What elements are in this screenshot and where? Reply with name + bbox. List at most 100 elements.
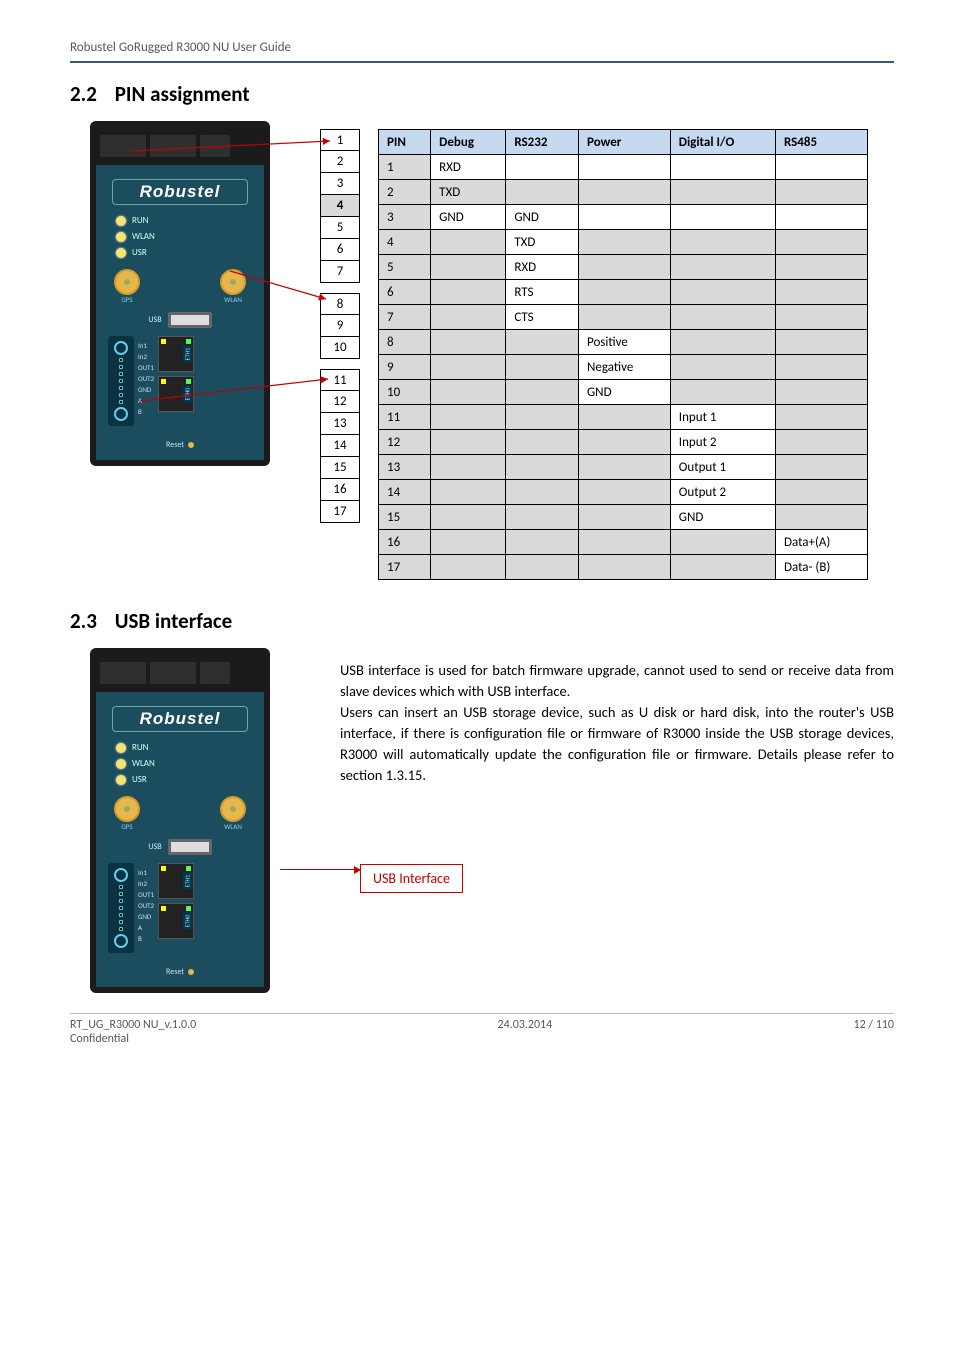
cell: [431, 280, 506, 305]
usb-port-icon-2: [168, 839, 212, 855]
table-header: RS232: [506, 130, 579, 155]
antenna-wlan-icon-2: [220, 796, 246, 822]
reset-button-icon-2: [188, 969, 194, 975]
table-row: 13Output 1: [379, 455, 868, 480]
cell: [578, 280, 670, 305]
cell: GND: [670, 505, 775, 530]
cell: [670, 230, 775, 255]
cell: Data- (B): [775, 555, 867, 580]
pin-number-cell: 7: [320, 261, 360, 283]
cell-pin: 8: [379, 330, 431, 355]
cell: [578, 205, 670, 230]
cell: [431, 480, 506, 505]
table-header: Digital I/O: [670, 130, 775, 155]
table-header: Debug: [431, 130, 506, 155]
cell: [578, 305, 670, 330]
cell-pin: 3: [379, 205, 431, 230]
table-row: 8Positive: [379, 330, 868, 355]
cell-pin: 1: [379, 155, 431, 180]
pin-number-cell: 15: [320, 457, 360, 479]
section-pin-num: 2.2: [70, 81, 110, 107]
cell: [431, 555, 506, 580]
cell: [431, 230, 506, 255]
cell: [431, 355, 506, 380]
cell: RXD: [506, 255, 579, 280]
cell: Input 2: [670, 430, 775, 455]
cell-pin: 2: [379, 180, 431, 205]
cell: Output 2: [670, 480, 775, 505]
device-image-usb: Robustel RUN WLAN USR GPS WLAN USB: [70, 648, 330, 993]
pin-number-cell: 17: [320, 501, 360, 523]
led-usr-icon-2: [116, 775, 126, 785]
terminal-block-icon: [108, 336, 134, 426]
cell: [431, 330, 506, 355]
pin-assignment-table: PINDebugRS232PowerDigital I/ORS485 1RXD2…: [378, 129, 868, 580]
reset-label: Reset: [166, 440, 184, 450]
cell: Negative: [578, 355, 670, 380]
cell: [775, 380, 867, 405]
cell: [506, 355, 579, 380]
table-row: 5RXD: [379, 255, 868, 280]
led-run-label: RUN: [132, 215, 148, 226]
cell-pin: 12: [379, 430, 431, 455]
led-wlan-label: WLAN: [132, 231, 155, 242]
cell: [775, 230, 867, 255]
table-row: 3GNDGND: [379, 205, 868, 230]
cell: [670, 330, 775, 355]
usb-callout-line: [280, 869, 360, 870]
footer-doc-id: RT_UG_R3000 NU_v.1.0.0: [70, 1018, 196, 1032]
usb-port-label-2: USB: [148, 842, 161, 852]
antenna-gps-label: GPS: [114, 295, 140, 304]
cell: [775, 330, 867, 355]
cell: [506, 430, 579, 455]
table-row: 6 RTS: [379, 280, 868, 305]
terminal-block-icon-2: [108, 863, 134, 953]
table-row: 10GND: [379, 380, 868, 405]
table-header: PIN: [379, 130, 431, 155]
cell: [431, 530, 506, 555]
table-row: 7CTS: [379, 305, 868, 330]
cell: [775, 205, 867, 230]
cell: Output 1: [670, 455, 775, 480]
footer-page-number: 12 / 110: [854, 1018, 894, 1046]
cell: [506, 555, 579, 580]
table-header: RS485: [775, 130, 867, 155]
pin-number-cell: 9: [320, 315, 360, 337]
cell: RTS: [506, 280, 579, 305]
cell: [578, 180, 670, 205]
eth1-label: ETH1: [183, 346, 193, 363]
cell: [775, 280, 867, 305]
reset-button-icon: [188, 442, 194, 448]
cell: [670, 305, 775, 330]
cell-pin: 6: [379, 280, 431, 305]
cell: [670, 530, 775, 555]
cell: [578, 530, 670, 555]
device-brand: Robustel: [112, 179, 248, 205]
cell: TXD: [431, 180, 506, 205]
antenna-gps-icon: [114, 269, 140, 295]
section-usb-num: 2.3: [70, 608, 110, 634]
antenna-gps-icon-2: [114, 796, 140, 822]
antenna-wlan-label: WLAN: [220, 295, 246, 304]
eth0-port-icon-2: ETH0: [158, 903, 194, 939]
cell: [506, 530, 579, 555]
pin-number-cell: 6: [320, 239, 360, 261]
cell: [670, 355, 775, 380]
cell: [506, 455, 579, 480]
table-row: 16Data+(A): [379, 530, 868, 555]
cell: [775, 455, 867, 480]
section-pin-title: PIN assignment: [115, 81, 250, 107]
eth1-port-icon-2: ETH1: [158, 863, 194, 899]
cell-pin: 4: [379, 230, 431, 255]
pin-number-cell: 10: [320, 337, 360, 359]
pin-number-cell: 16: [320, 479, 360, 501]
cell: [578, 505, 670, 530]
table-row: 4TXD: [379, 230, 868, 255]
cell: [431, 305, 506, 330]
cell: [670, 180, 775, 205]
table-row: 12 Input 2: [379, 430, 868, 455]
eth0-label: ETH0: [183, 386, 193, 403]
cell: [578, 230, 670, 255]
cell-pin: 7: [379, 305, 431, 330]
cell: [670, 255, 775, 280]
